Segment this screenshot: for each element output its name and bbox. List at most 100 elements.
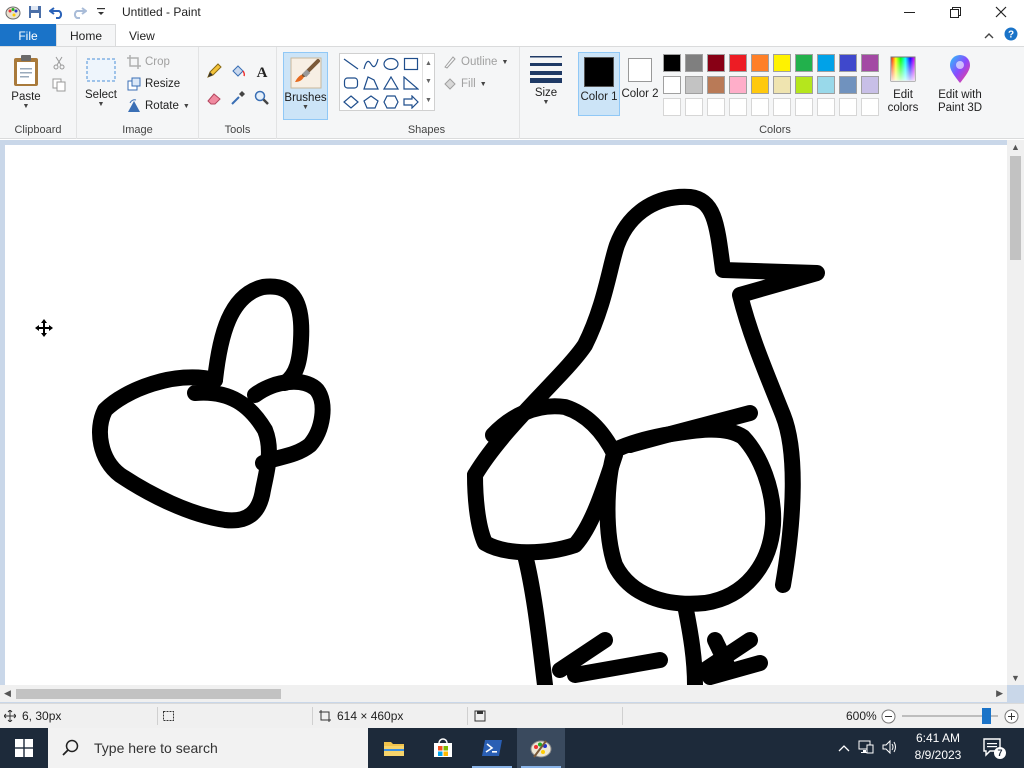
rotate-dropdown-icon[interactable]: ▼ xyxy=(183,103,190,110)
custom-color-slot[interactable] xyxy=(663,98,681,116)
polygon-shape-icon[interactable] xyxy=(362,75,380,91)
palette-swatch[interactable] xyxy=(663,54,681,72)
save-icon[interactable] xyxy=(24,1,46,23)
taskbar-store[interactable] xyxy=(419,728,467,768)
horizontal-scroll-thumb[interactable] xyxy=(16,689,281,699)
zoom-slider[interactable] xyxy=(902,708,998,724)
palette-swatch[interactable] xyxy=(663,76,681,94)
select-dropdown-icon[interactable]: ▼ xyxy=(98,101,105,108)
resize-button[interactable]: Resize xyxy=(127,77,180,91)
outline-dropdown-icon[interactable]: ▼ xyxy=(501,59,508,66)
text-icon[interactable]: A xyxy=(252,61,272,81)
diamond-shape-icon[interactable] xyxy=(342,94,360,110)
fill-dropdown-icon[interactable]: ▼ xyxy=(480,81,487,88)
taskbar-search[interactable]: Type here to search xyxy=(48,728,368,768)
taskbar-powershell[interactable] xyxy=(468,728,516,768)
vertical-scroll-thumb[interactable] xyxy=(1010,156,1021,260)
action-center-button[interactable]: 7 xyxy=(982,737,1006,759)
undo-icon[interactable] xyxy=(46,1,68,23)
scroll-right-icon[interactable]: ▶ xyxy=(996,688,1003,699)
right-triangle-shape-icon[interactable] xyxy=(402,75,420,91)
fill-bucket-icon[interactable] xyxy=(228,61,248,81)
zoom-out-button[interactable] xyxy=(881,709,896,727)
network-icon[interactable] xyxy=(858,740,874,757)
custom-color-slot[interactable] xyxy=(817,98,835,116)
tab-home[interactable]: Home xyxy=(56,24,117,47)
color1-button[interactable]: Color 1 xyxy=(578,52,620,116)
brushes-dropdown-icon[interactable]: ▼ xyxy=(302,104,309,111)
custom-color-slot[interactable] xyxy=(707,98,725,116)
palette-swatch[interactable] xyxy=(707,76,725,94)
tab-view[interactable]: View xyxy=(116,24,168,47)
custom-color-slot[interactable] xyxy=(773,98,791,116)
outline-button[interactable]: Outline ▼ xyxy=(443,55,508,69)
select-button[interactable]: Select ▼ xyxy=(83,57,119,108)
palette-swatch[interactable] xyxy=(751,76,769,94)
shapes-expand-icon[interactable]: ▼ xyxy=(425,97,432,104)
triangle-shape-icon[interactable] xyxy=(382,75,400,91)
color2-button[interactable]: Color 2 xyxy=(621,52,659,116)
volume-icon[interactable] xyxy=(882,739,898,757)
paste-dropdown-icon[interactable]: ▼ xyxy=(23,103,30,110)
custom-color-slot[interactable] xyxy=(861,98,879,116)
shapes-scroll-up-icon[interactable]: ▲ xyxy=(425,60,432,67)
palette-swatch[interactable] xyxy=(773,76,791,94)
tab-file[interactable]: File xyxy=(0,24,56,47)
minimize-button[interactable] xyxy=(886,0,932,24)
shapes-scroll[interactable]: ▲ ▼ ▼ xyxy=(422,54,434,110)
palette-swatch[interactable] xyxy=(685,54,703,72)
paste-button[interactable]: Paste ▼ xyxy=(6,53,46,110)
taskbar-file-explorer[interactable] xyxy=(370,728,418,768)
palette-swatch[interactable] xyxy=(861,76,879,94)
customize-toolbar-icon[interactable] xyxy=(90,1,112,23)
palette-swatch[interactable] xyxy=(795,76,813,94)
size-dropdown-icon[interactable]: ▼ xyxy=(543,99,550,106)
palette-swatch[interactable] xyxy=(817,76,835,94)
curve-shape-icon[interactable] xyxy=(362,56,380,72)
zoom-in-button[interactable] xyxy=(1004,709,1019,727)
palette-swatch[interactable] xyxy=(817,54,835,72)
palette-swatch[interactable] xyxy=(839,76,857,94)
fill-button[interactable]: Fill ▼ xyxy=(443,77,487,91)
custom-color-slot[interactable] xyxy=(795,98,813,116)
maximize-button[interactable] xyxy=(932,0,978,24)
start-button[interactable] xyxy=(0,728,48,768)
palette-swatch[interactable] xyxy=(751,54,769,72)
collapse-ribbon-icon[interactable] xyxy=(984,29,994,43)
palette-swatch[interactable] xyxy=(773,54,791,72)
custom-color-slot[interactable] xyxy=(839,98,857,116)
crop-button[interactable]: Crop xyxy=(127,55,170,69)
zoom-slider-thumb[interactable] xyxy=(982,708,992,724)
horizontal-scrollbar[interactable]: ◀ ▶ xyxy=(0,685,1007,702)
right-arrow-shape-icon[interactable] xyxy=(402,94,420,110)
rotate-button[interactable]: Rotate ▼ xyxy=(127,99,190,113)
cut-icon[interactable] xyxy=(49,53,69,73)
rounded-rectangle-shape-icon[interactable] xyxy=(342,75,360,91)
custom-color-slot[interactable] xyxy=(685,98,703,116)
shapes-scroll-down-icon[interactable]: ▼ xyxy=(425,78,432,85)
custom-color-slot[interactable] xyxy=(751,98,769,116)
drawing-canvas[interactable] xyxy=(5,145,1007,685)
palette-swatch[interactable] xyxy=(729,76,747,94)
vertical-scrollbar[interactable]: ▲ ▼ xyxy=(1007,140,1024,685)
eraser-icon[interactable] xyxy=(204,88,224,108)
palette-swatch[interactable] xyxy=(685,76,703,94)
help-icon[interactable]: ? xyxy=(1004,27,1018,44)
scroll-down-icon[interactable]: ▼ xyxy=(1011,673,1020,683)
palette-swatch[interactable] xyxy=(795,54,813,72)
pentagon-shape-icon[interactable] xyxy=(362,94,380,110)
taskbar-clock[interactable]: 6:41 AM 8/9/2023 xyxy=(905,730,971,764)
brushes-button[interactable]: Brushes ▼ xyxy=(283,52,328,120)
custom-color-slot[interactable] xyxy=(729,98,747,116)
paint-app-icon[interactable] xyxy=(2,1,24,23)
redo-icon[interactable] xyxy=(68,1,90,23)
palette-swatch[interactable] xyxy=(861,54,879,72)
rectangle-shape-icon[interactable] xyxy=(402,56,420,72)
palette-swatch[interactable] xyxy=(839,54,857,72)
show-hidden-icons-icon[interactable] xyxy=(838,741,850,755)
size-button[interactable]: Size ▼ xyxy=(525,53,567,106)
edit-colors-button[interactable]: Edit colors xyxy=(884,55,922,115)
taskbar-paint[interactable] xyxy=(517,728,565,768)
palette-swatch[interactable] xyxy=(729,54,747,72)
scroll-left-icon[interactable]: ◀ xyxy=(4,688,11,699)
